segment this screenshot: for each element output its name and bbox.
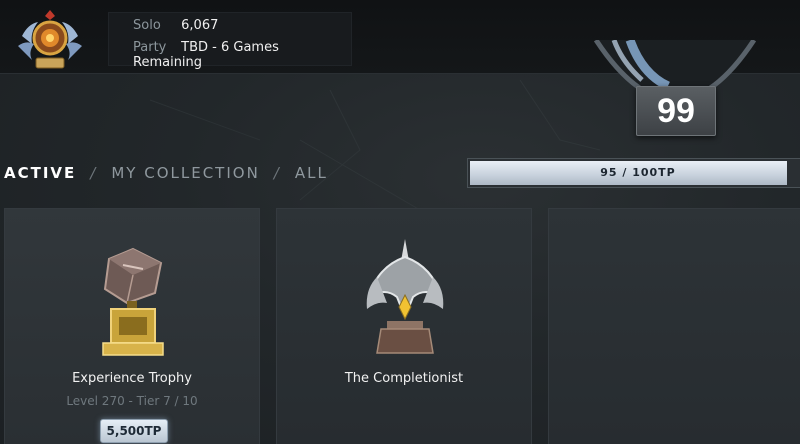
tab-active[interactable]: ACTIVE (4, 164, 76, 182)
card-title: The Completionist (344, 371, 464, 386)
experience-trophy-icon (102, 247, 164, 356)
card-subtitle: Level 270 - Tier 7 / 10 (66, 394, 198, 408)
solo-stat: Solo 6,067 (133, 18, 218, 33)
trophy-card-completionist[interactable]: The Completionist (276, 208, 532, 444)
empty-card-slot (548, 208, 800, 444)
completionist-trophy-icon (366, 239, 444, 354)
party-stat: Party TBD - 6 Games Remaining (133, 40, 351, 70)
tp-progress-bar: 95 / 100TP (467, 158, 800, 188)
tab-all[interactable]: ALL (295, 164, 328, 182)
level-badge: 99 (636, 86, 716, 136)
rank-stats-panel: Solo 6,067 Party TBD - 6 Games Remaining (108, 12, 352, 70)
collection-tabs: ACTIVE / MY COLLECTION / ALL (4, 164, 328, 182)
trophy-card-experience[interactable]: Experience Trophy Level 270 - Tier 7 / 1… (4, 208, 260, 444)
tab-my-collection[interactable]: MY COLLECTION (111, 164, 259, 182)
solo-label: Solo (133, 18, 161, 33)
party-label: Party (133, 40, 167, 55)
tp-progress-text: 95 / 100TP (600, 166, 676, 179)
rank-medal-icon (18, 10, 82, 69)
tab-separator: / (90, 164, 98, 182)
solo-value: 6,067 (181, 18, 219, 33)
card-title: Experience Trophy (72, 371, 192, 386)
tab-separator: / (273, 164, 281, 182)
price-tag[interactable]: 5,500TP (100, 419, 168, 443)
